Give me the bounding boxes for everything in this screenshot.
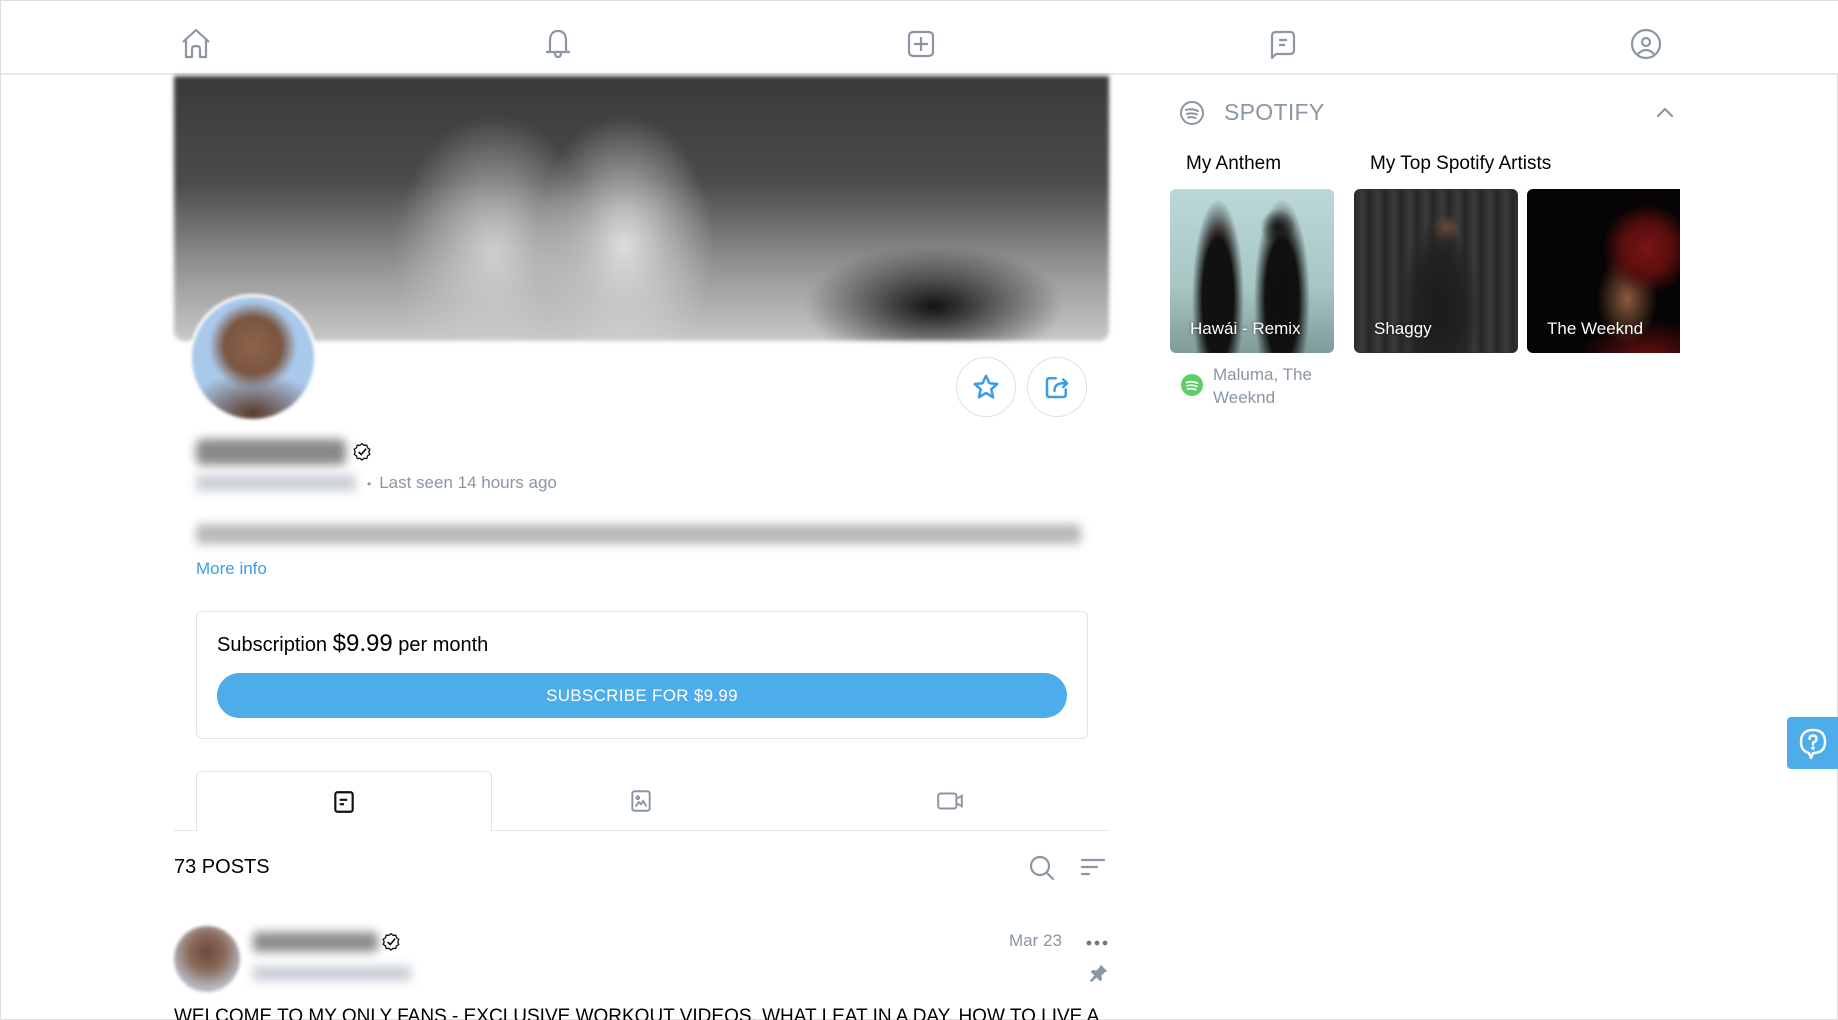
subscribe-button[interactable]: SUBSCRIBE FOR $9.99 <box>217 673 1067 718</box>
last-seen-text: Last seen 14 hours ago <box>379 473 557 492</box>
sort-posts-icon[interactable] <box>1079 854 1107 882</box>
search-posts-icon[interactable] <box>1028 854 1056 882</box>
video-icon <box>936 792 963 810</box>
separator-dot: • <box>367 477 372 491</box>
nav-new-post-button[interactable] <box>903 26 939 62</box>
artist-card[interactable]: The Weeknd <box>1527 189 1680 353</box>
profile-avatar[interactable] <box>189 294 317 422</box>
post-author-avatar[interactable] <box>174 926 240 992</box>
artist-name: The Weeknd <box>1547 319 1644 338</box>
tab-videos[interactable] <box>790 771 1109 831</box>
more-options-icon[interactable] <box>1085 933 1109 953</box>
profile-bio: Growing up in Colombia, football was a h… <box>196 524 1081 544</box>
more-info-link[interactable]: More info <box>196 559 267 579</box>
artist-name: Shaggy <box>1374 319 1432 338</box>
image-icon <box>631 790 651 812</box>
nav-home-button[interactable] <box>178 26 214 62</box>
cover-image <box>174 76 1109 341</box>
post-author-name[interactable]: Jono Castano <box>253 932 378 952</box>
anthem-title: Hawái - Remix <box>1190 319 1301 338</box>
top-navigation <box>1 1 1838 75</box>
star-icon <box>973 374 999 399</box>
subscription-label: Subscription <box>217 634 328 656</box>
spotify-logo-icon <box>1181 374 1203 396</box>
verified-badge-icon <box>382 932 400 951</box>
subscription-card: Subscription $9.99 per month SUBSCRIBE F… <box>196 611 1088 739</box>
profile-name: Jono Castano <box>196 439 346 465</box>
nav-messages-button[interactable] <box>1265 26 1301 62</box>
chevron-up-icon[interactable] <box>1653 101 1677 123</box>
spotify-icon <box>1180 101 1204 125</box>
pin-icon <box>1089 964 1108 983</box>
my-anthem-heading: My Anthem <box>1186 153 1282 174</box>
post-date[interactable]: Mar 23 <box>1009 931 1062 951</box>
user-circle-icon <box>1630 28 1662 60</box>
chat-icon <box>1270 30 1296 60</box>
help-button[interactable] <box>1787 717 1838 769</box>
anthem-artists[interactable]: Maluma, The Weeknd <box>1213 363 1323 409</box>
top-artists-heading: My Top Spotify Artists <box>1370 153 1552 174</box>
content-tabs <box>174 771 1109 832</box>
plus-square-icon <box>907 30 935 58</box>
share-icon <box>1045 377 1069 399</box>
add-to-favorites-button[interactable] <box>956 357 1016 417</box>
artist-card[interactable]: Shaggy <box>1354 189 1518 353</box>
posts-count: 73 POSTS <box>174 856 270 878</box>
subscription-price: $9.99 <box>332 630 393 657</box>
help-chat-icon <box>1799 728 1827 760</box>
post-author-handle: @jonocastanoacero <box>253 966 411 981</box>
verified-badge-icon <box>353 442 371 461</box>
subscription-period: per month <box>398 634 489 656</box>
text-post-icon <box>334 790 354 813</box>
nav-profile-button[interactable] <box>1628 26 1664 62</box>
post-text: WELCOME TO MY ONLY FANS - EXCLUSIVE WORK… <box>174 1006 1100 1020</box>
spotify-title: SPOTIFY <box>1224 99 1325 125</box>
tab-photos[interactable] <box>492 771 790 831</box>
tab-posts[interactable] <box>196 771 492 832</box>
profile-handle: @jonocastanoacero <box>196 475 356 491</box>
home-icon <box>182 28 210 59</box>
nav-notifications-button[interactable] <box>540 26 576 62</box>
share-profile-button[interactable] <box>1027 357 1087 417</box>
anthem-card[interactable]: Hawái - Remix <box>1170 189 1334 353</box>
bell-icon <box>546 29 570 59</box>
last-seen-status: • Last seen 14 hours ago <box>367 473 557 493</box>
subscription-title: Subscription $9.99 per month <box>217 630 488 658</box>
